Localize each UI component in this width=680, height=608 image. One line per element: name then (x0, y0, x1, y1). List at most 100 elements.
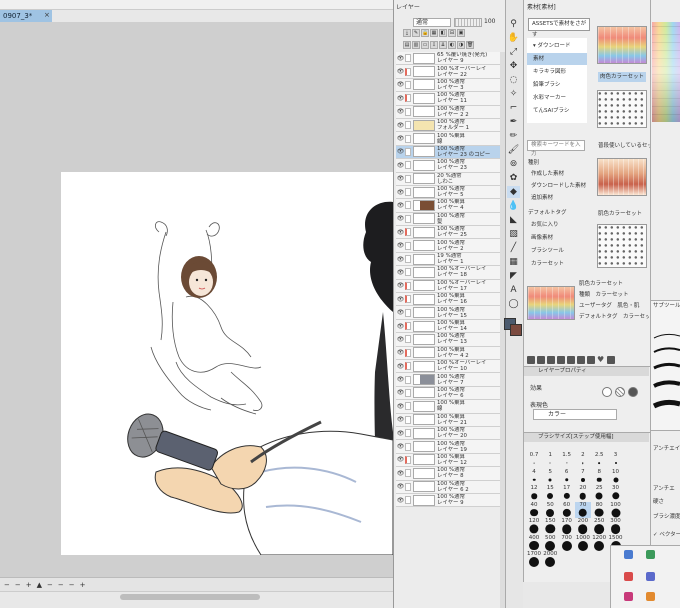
lock-transparent-icon[interactable]: ▦ (430, 29, 438, 37)
brush-size-cell[interactable]: 5 (542, 469, 558, 486)
ref-icon[interactable]: ✎ (412, 29, 420, 37)
brush-tool-icon[interactable]: 🖌 (507, 144, 520, 156)
lasso-tool-icon[interactable]: ◌ (507, 74, 520, 86)
rotate-button[interactable]: ▲ (37, 581, 42, 589)
tag-favorites[interactable]: お気に入り (531, 220, 559, 230)
tag-brush[interactable]: ブラシツール (531, 246, 564, 256)
eye-icon[interactable]: 👁 (396, 282, 405, 289)
layer-lock-checkbox[interactable] (405, 134, 411, 143)
brush-size-cell[interactable]: 4 (526, 469, 542, 486)
brush-size-cell[interactable]: 12 (526, 485, 542, 502)
eye-icon[interactable]: 👁 (396, 416, 405, 423)
text-tool-icon[interactable]: A (507, 284, 520, 296)
layer-lock-checkbox[interactable] (405, 214, 411, 223)
layer-lock-checkbox[interactable] (405, 375, 411, 384)
flip-button[interactable]: − (58, 581, 64, 589)
quick-icon-5[interactable] (624, 592, 633, 601)
layer-lock-checkbox[interactable] (405, 455, 411, 464)
brush-size-cell[interactable]: 100 (608, 502, 624, 519)
eye-icon[interactable]: 👁 (396, 215, 405, 222)
quick-icon-2[interactable] (646, 550, 655, 559)
layer-row[interactable]: 👁 100 %通常 レイヤー 7 (396, 373, 500, 387)
layer-row[interactable]: 👁 100 %通常 レイヤー 6 (396, 386, 500, 401)
close-tab-icon[interactable]: × (44, 11, 52, 19)
brush-stroke-previews[interactable] (652, 330, 680, 425)
tag-downloaded[interactable]: ダウンロードした素材 (531, 181, 586, 191)
lock-icon[interactable]: 🔒 (421, 29, 429, 37)
eyedropper-icon[interactable]: ⌐ (507, 102, 520, 114)
layer-lock-checkbox[interactable] (405, 241, 411, 250)
tree-item-tensai[interactable]: てんSAIブラシ (527, 105, 587, 117)
tone-effect-icon[interactable] (615, 387, 625, 397)
layer-lock-checkbox[interactable] (405, 415, 411, 424)
brush-size-cell[interactable]: 400 (526, 535, 542, 552)
layer-lock-checkbox[interactable] (405, 107, 411, 116)
quick-icon-4[interactable] (646, 572, 655, 581)
material-thumbnail-4[interactable] (597, 224, 647, 268)
brush-size-cell[interactable]: 60 (559, 502, 575, 519)
eye-icon[interactable]: 👁 (396, 81, 405, 88)
zoom-tool-icon[interactable]: ⚲ (507, 18, 520, 30)
layer-lock-checkbox[interactable] (405, 429, 411, 438)
brush-size-cell[interactable]: 70 (574, 501, 591, 518)
layer-row[interactable]: 👁 100 %オーバーレイ レイヤー 22 (396, 65, 500, 79)
border-effect-icon[interactable] (602, 387, 612, 397)
pen-tool-icon[interactable]: ✒ (507, 116, 520, 128)
layer-lock-checkbox[interactable] (405, 402, 411, 411)
view-list-icon[interactable] (527, 356, 535, 364)
airbrush-icon[interactable]: ⊚ (507, 158, 520, 170)
layer-lock-checkbox[interactable] (405, 335, 411, 344)
eye-icon[interactable]: 👁 (396, 363, 405, 370)
layer-row[interactable]: 👁 100 %乗算 線 (396, 132, 500, 146)
zoom-out-button-2[interactable]: − (15, 581, 21, 589)
clip-icon[interactable]: ⤓ (403, 29, 411, 37)
sub-tool-label[interactable]: サブツール (653, 302, 680, 310)
figure-tool-icon[interactable]: ╱ (507, 242, 520, 254)
layer-row[interactable]: 👁 100 %乗算 レイヤー 16 (396, 293, 500, 307)
tree-item-watercolor[interactable]: 水彩マーカー (527, 92, 587, 104)
color-set-thumbnail-3[interactable] (597, 158, 647, 196)
layer-property-title[interactable]: レイヤープロパティ (524, 367, 649, 376)
layer-row[interactable]: 👁 19 %通常 レイヤー 1 (396, 252, 500, 267)
layer-row[interactable]: 👁 100 %通常 レイヤー 23 のコピー (396, 145, 500, 160)
brush-size-cell[interactable]: 17 (559, 485, 575, 502)
eye-icon[interactable]: 👁 (396, 456, 405, 463)
reset-button[interactable]: − (69, 581, 75, 589)
new-folder-icon[interactable]: ▭ (421, 41, 429, 49)
layer-row[interactable]: 👁 100 %通常 レイヤー 2 2 (396, 105, 500, 119)
eye-icon[interactable]: 👁 (396, 349, 405, 356)
quick-icon-3[interactable] (624, 572, 633, 581)
brush-size-cell[interactable]: 2000 (542, 551, 558, 568)
layer-row[interactable]: 👁 100 %乗算 レイヤー 21 (396, 413, 500, 427)
eye-icon[interactable]: 👁 (396, 470, 405, 477)
transfer-down-icon[interactable]: ⇩ (430, 41, 438, 49)
view-small-icon[interactable] (547, 356, 555, 364)
tree-item-sparkle[interactable]: キラキラ図形 (527, 66, 587, 78)
trash-material-icon[interactable] (607, 356, 615, 364)
layer-row[interactable]: 👁 100 %オーバーレイ レイヤー 10 (396, 359, 500, 374)
eye-icon[interactable]: 👁 (396, 336, 405, 343)
brush-size-cell[interactable]: 50 (542, 502, 558, 519)
tag-created[interactable]: 作成した素材 (531, 169, 564, 179)
layer-row[interactable]: 👁 100 %オーバーレイ レイヤー 17 (396, 279, 500, 294)
layer-row[interactable]: 👁 100 %通常 レイヤー 2 (396, 239, 500, 253)
brush-size-cell[interactable]: 10 (608, 469, 624, 486)
operation-tool-icon[interactable]: ⤢ (507, 46, 520, 58)
eye-icon[interactable]: 👁 (396, 389, 405, 396)
layer-lock-checkbox[interactable] (405, 174, 411, 183)
layer-lock-checkbox[interactable] (405, 469, 411, 478)
move-layer-icon[interactable]: ✥ (507, 60, 520, 72)
eye-icon[interactable]: 👁 (396, 148, 405, 155)
sub-color-swatch[interactable] (510, 324, 522, 336)
brush-size-cell[interactable]: 700 (559, 535, 575, 552)
blend-tool-icon[interactable]: 💧 (507, 200, 520, 212)
layer-lock-checkbox[interactable] (405, 281, 411, 290)
layer-panel-title[interactable]: レイヤー (396, 2, 456, 12)
layer-row[interactable]: 👁 100 %通常 フォルダー 1 (396, 118, 500, 133)
eye-icon[interactable]: 👁 (396, 175, 405, 182)
eye-icon[interactable]: 👁 (396, 430, 405, 437)
layer-lock-checkbox[interactable] (405, 496, 411, 505)
zoom-in-button[interactable]: + (26, 581, 32, 589)
blend-mode-select[interactable]: 通常 (413, 18, 451, 27)
brush-size-cell[interactable]: 2 (575, 452, 591, 469)
